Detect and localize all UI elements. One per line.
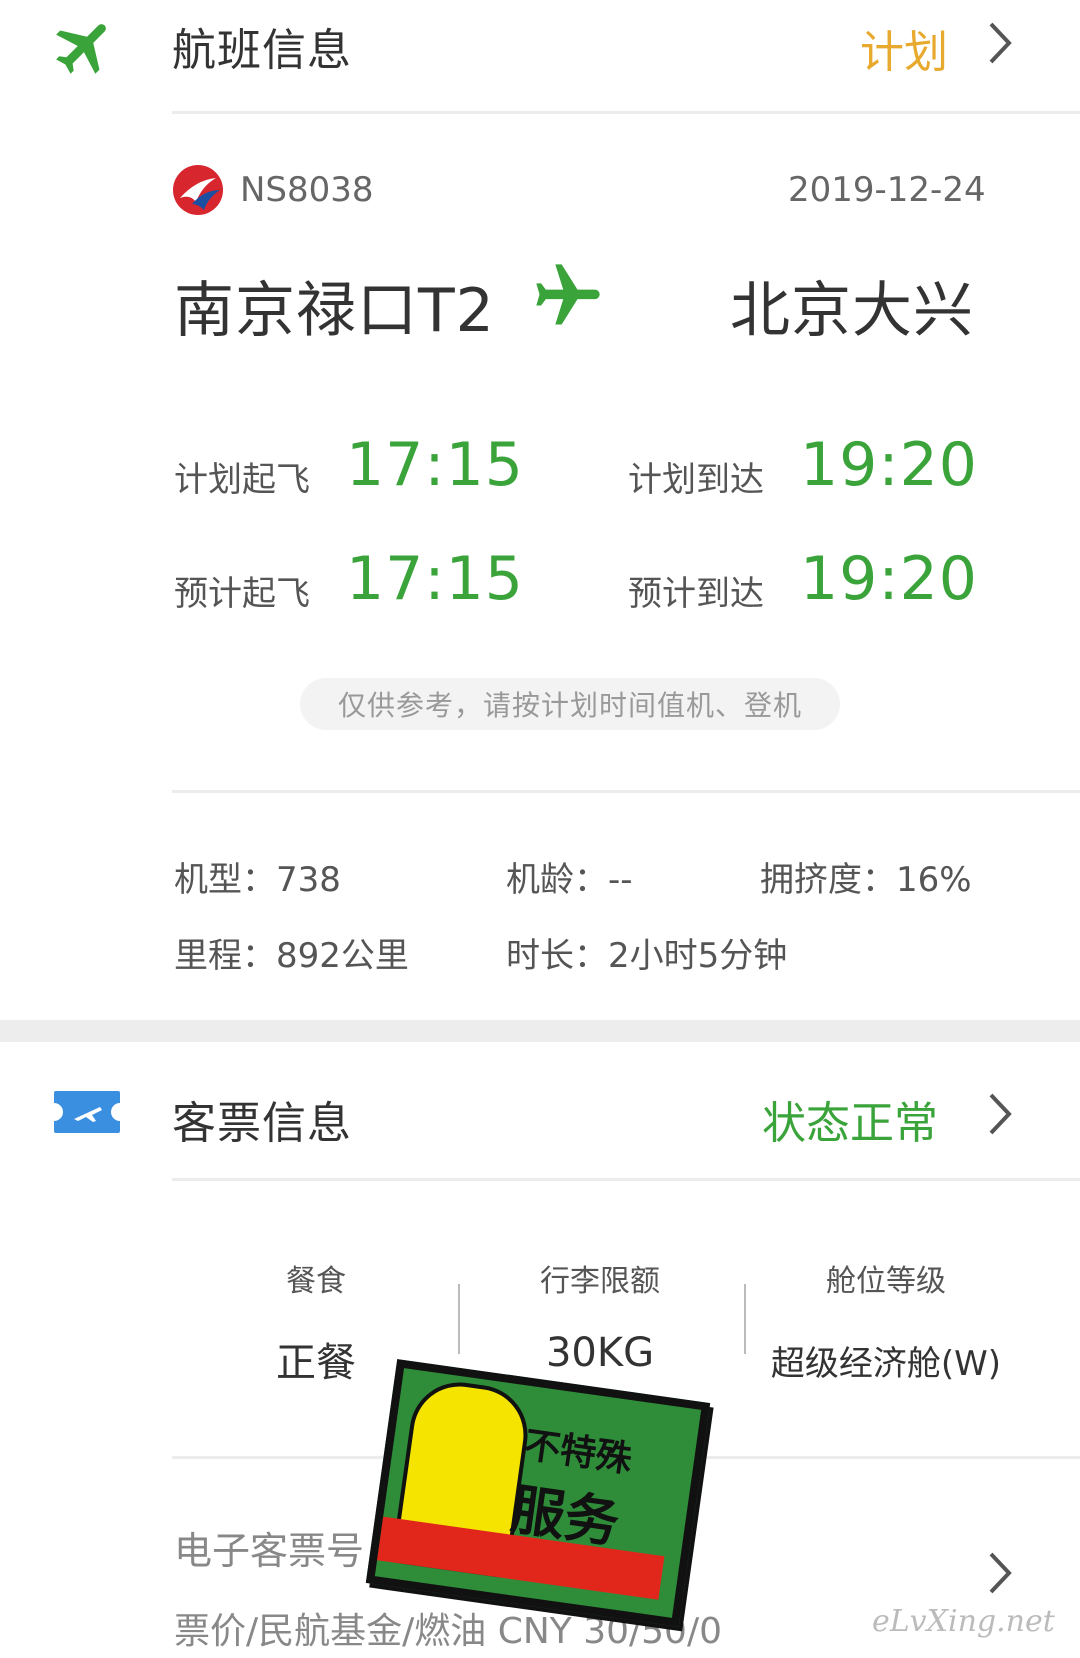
flight-info-header[interactable]: 航班信息 计划 <box>0 0 1080 110</box>
estimated-departure-time: 17:15 <box>346 544 524 614</box>
divider <box>172 790 1080 793</box>
baggage-value: 30KG <box>545 1330 655 1376</box>
flight-status-label: 计划 <box>860 27 948 78</box>
ticket-info-header[interactable]: 客票信息 状态正常 <box>0 1045 1080 1175</box>
section-gap <box>0 1020 1080 1042</box>
arrival-airport: 北京大兴 <box>730 276 974 346</box>
crowd-level: 拥挤度：16% <box>760 860 972 900</box>
chevron-right-icon <box>989 1093 1012 1135</box>
ticket-info-title: 客票信息 <box>172 1098 352 1149</box>
baggage-label: 行李限额 <box>540 1264 660 1299</box>
scheduled-arrival-time: 19:20 <box>800 430 978 500</box>
airline-logo-icon <box>173 165 223 215</box>
flight-duration: 时长：2小时5分钟 <box>506 936 788 976</box>
flight-date: 2019-12-24 <box>788 170 986 210</box>
scheduled-arrival-label: 计划到达 <box>628 460 764 500</box>
ticket-status-label: 状态正常 <box>762 1098 938 1149</box>
divider <box>172 111 1080 114</box>
aircraft-age: 机龄：-- <box>506 860 633 900</box>
flight-info-title: 航班信息 <box>172 25 352 76</box>
departure-airport: 南京禄口T2 <box>174 276 495 346</box>
reference-notice: 仅供参考，请按计划时间值机、登机 <box>300 678 840 730</box>
meal-label: 餐食 <box>286 1264 346 1299</box>
estimated-arrival-label: 预计到达 <box>628 574 764 614</box>
estimated-departure-label: 预计起飞 <box>174 574 310 614</box>
chevron-right-icon <box>989 22 1012 64</box>
estimated-arrival-time: 19:20 <box>800 544 978 614</box>
promo-sticker: 不特殊 服务 <box>365 1359 711 1627</box>
ticket-icon <box>54 1091 120 1133</box>
airplane-route-icon <box>536 264 600 325</box>
aircraft-type: 机型：738 <box>174 860 341 900</box>
eticket-label: 电子客票号 <box>174 1529 365 1573</box>
scheduled-departure-label: 计划起飞 <box>174 460 310 500</box>
sticker-text-line2: 服务 <box>507 1477 623 1556</box>
cabin-value: 超级经济舱(W) <box>770 1344 1002 1384</box>
watermark: eLvXing.net <box>872 1604 1055 1639</box>
cabin-label: 舱位等级 <box>826 1264 946 1299</box>
airplane-icon <box>56 24 106 74</box>
flight-number: NS8038 <box>240 170 374 210</box>
scheduled-departure-time: 17:15 <box>346 430 524 500</box>
divider <box>172 1178 1080 1181</box>
chevron-right-icon <box>989 1552 1012 1594</box>
flight-distance: 里程：892公里 <box>174 936 409 976</box>
